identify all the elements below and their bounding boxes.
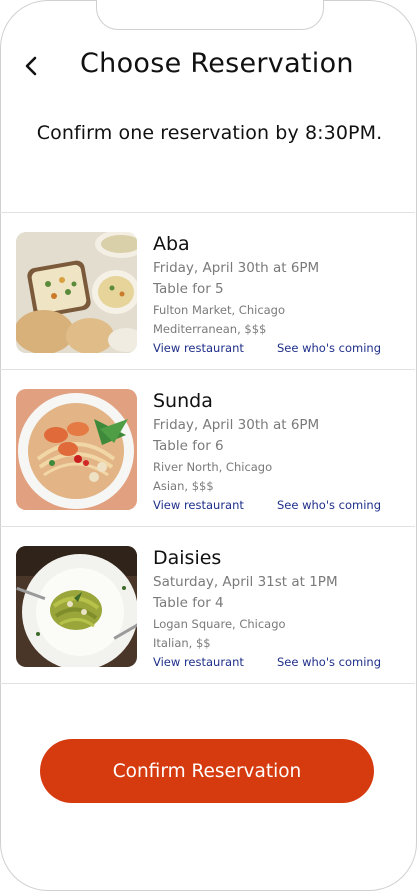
restaurant-location: Logan Square, Chicago	[153, 617, 286, 631]
restaurant-photo	[16, 546, 137, 667]
reservation-datetime: Saturday, April 31st at 1PM	[153, 574, 338, 590]
cuisine-price: Mediterranean, $$$	[153, 322, 267, 336]
reservation-item[interactable]: Sunda Friday, April 30th at 6PM Table fo…	[0, 370, 415, 527]
header: Choose Reservation	[0, 44, 419, 88]
back-button[interactable]	[16, 50, 48, 82]
restaurant-name: Aba	[153, 233, 190, 255]
restaurant-photo	[16, 232, 137, 353]
view-restaurant-link[interactable]: View restaurant	[153, 341, 244, 355]
reservation-list: Aba Friday, April 30th at 6PM Table for …	[0, 212, 415, 684]
restaurant-location: Fulton Market, Chicago	[153, 303, 286, 317]
restaurant-location: River North, Chicago	[153, 460, 273, 474]
reservation-datetime: Friday, April 30th at 6PM	[153, 417, 320, 433]
confirm-deadline-text: Confirm one reservation by 8:30PM.	[36, 122, 383, 144]
reservation-datetime: Friday, April 30th at 6PM	[153, 260, 320, 276]
reservation-item[interactable]: Aba Friday, April 30th at 6PM Table for …	[0, 213, 415, 370]
cuisine-price: Italian, $$	[153, 636, 211, 650]
restaurant-name: Daisies	[153, 547, 222, 569]
reservation-item[interactable]: Daisies Saturday, April 31st at 1PM Tabl…	[0, 527, 415, 684]
view-restaurant-link[interactable]: View restaurant	[153, 655, 244, 669]
confirm-reservation-button[interactable]: Confirm Reservation	[40, 739, 374, 803]
party-size: Table for 4	[153, 595, 224, 611]
restaurant-photo	[16, 389, 137, 510]
restaurant-name: Sunda	[153, 390, 213, 412]
see-whos-coming-link[interactable]: See who's coming	[277, 341, 381, 355]
cuisine-price: Asian, $$$	[153, 479, 214, 493]
view-restaurant-link[interactable]: View restaurant	[153, 498, 244, 512]
chevron-left-icon	[25, 56, 37, 76]
see-whos-coming-link[interactable]: See who's coming	[277, 498, 381, 512]
party-size: Table for 6	[153, 438, 224, 454]
party-size: Table for 5	[153, 281, 224, 297]
phone-notch	[96, 0, 324, 30]
page-title: Choose Reservation	[80, 48, 354, 79]
see-whos-coming-link[interactable]: See who's coming	[277, 655, 381, 669]
